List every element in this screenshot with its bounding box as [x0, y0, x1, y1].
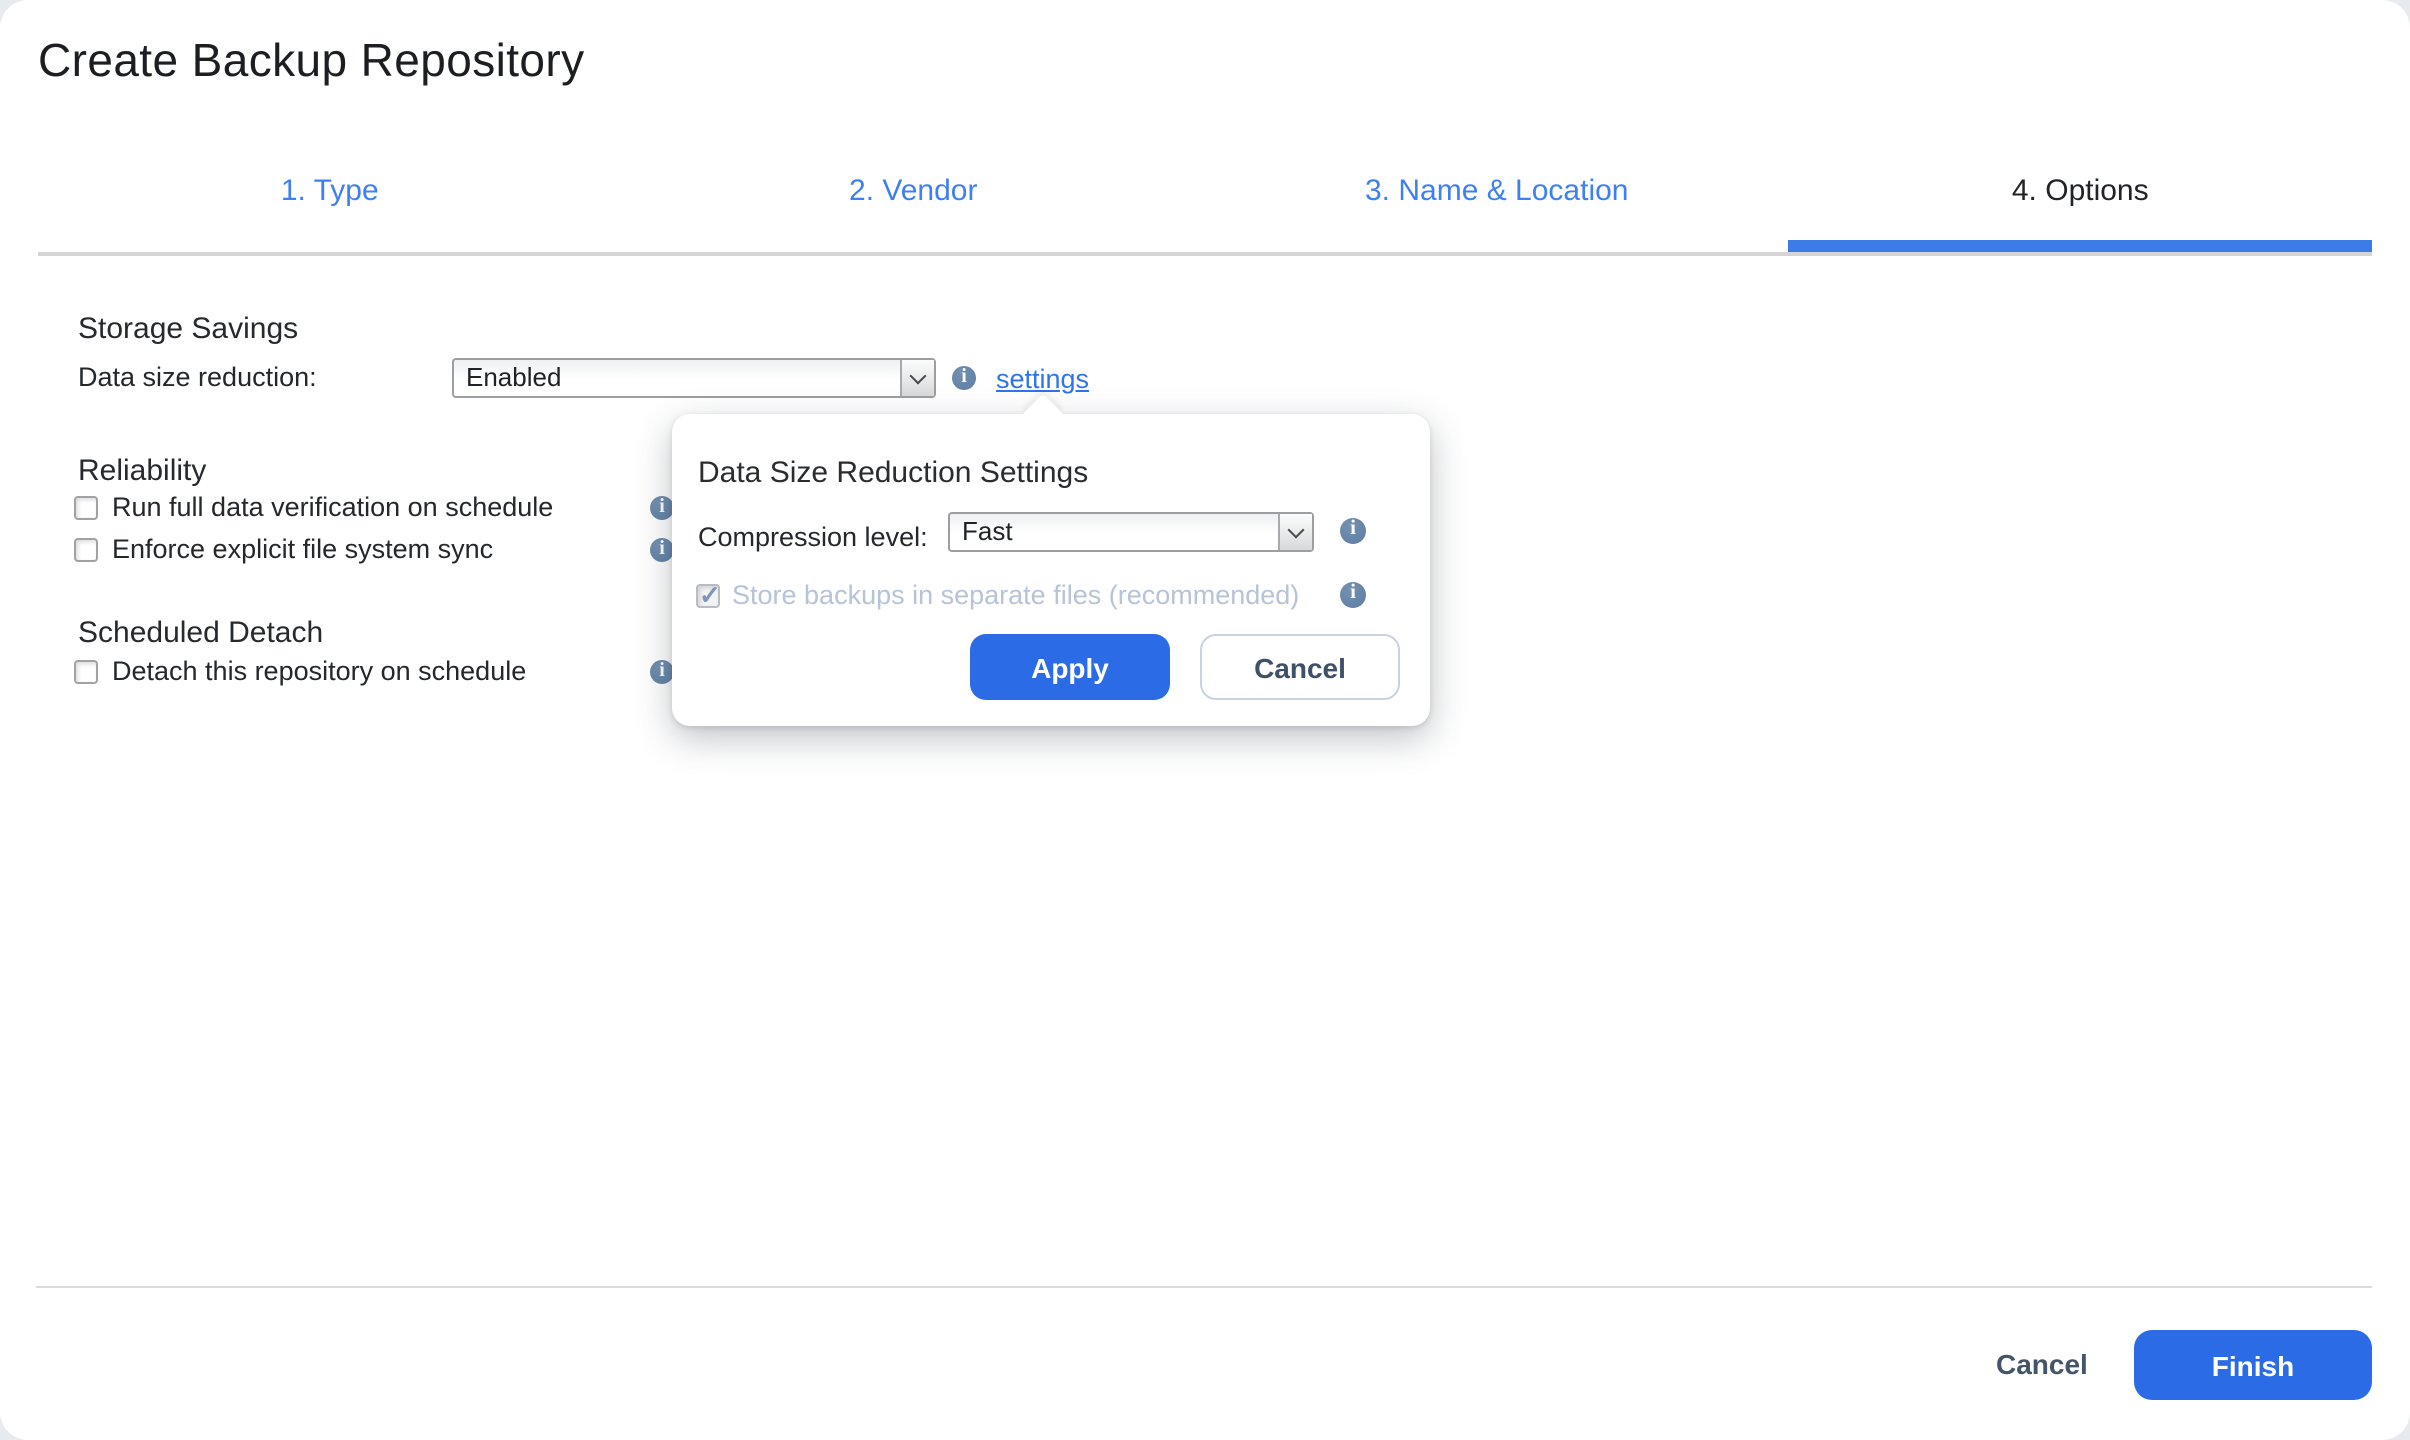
tab-vendor[interactable]: 2. Vendor [622, 160, 1206, 252]
separate-files-checkbox: ✓ [696, 580, 721, 610]
footer-divider [36, 1286, 2372, 1288]
tab-name-location[interactable]: 3. Name & Location [1205, 160, 1789, 252]
compression-level-value: Fast [962, 516, 1013, 546]
data-size-reduction-dropdown[interactable]: Enabled [452, 358, 936, 398]
compression-level-label: Compression level: [698, 522, 928, 552]
storage-savings-heading: Storage Savings [78, 312, 299, 346]
scheduled-detach-heading: Scheduled Detach [78, 616, 324, 650]
compression-level-dropdown[interactable]: Fast [948, 512, 1314, 552]
info-icon[interactable]: i [650, 660, 674, 684]
wizard-tabs: 1. Type 2. Vendor 3. Name & Location 4. … [38, 160, 2372, 256]
separate-files-label: Store backups in separate files (recomme… [732, 580, 1300, 610]
chevron-down-icon[interactable] [900, 360, 934, 396]
filesystem-sync-row: Enforce explicit file system sync [74, 534, 494, 564]
info-icon[interactable]: i [650, 538, 674, 562]
info-icon[interactable]: i [952, 366, 976, 390]
info-icon[interactable]: i [1340, 518, 1366, 544]
info-icon[interactable]: i [650, 496, 674, 520]
popover-title: Data Size Reduction Settings [698, 456, 1089, 490]
tab-type[interactable]: 1. Type [38, 160, 622, 252]
info-icon[interactable]: i [1340, 582, 1366, 608]
create-backup-repository-dialog: Create Backup Repository 1. Type 2. Vend… [0, 0, 2410, 1440]
run-verification-checkbox[interactable] [74, 496, 98, 520]
cancel-button[interactable]: Cancel [1996, 1348, 2088, 1380]
verification-row: Run full data verification on schedule [74, 492, 554, 522]
data-size-reduction-settings-popover: Data Size Reduction Settings Compression… [672, 414, 1430, 726]
data-size-reduction-label: Data size reduction: [78, 362, 317, 392]
checkmark-icon: ✓ [699, 580, 721, 610]
detach-row: Detach this repository on schedule [74, 656, 527, 686]
finish-button[interactable]: Finish [2134, 1330, 2372, 1400]
settings-link[interactable]: settings [996, 364, 1089, 394]
reliability-heading: Reliability [78, 454, 207, 488]
popover-cancel-button[interactable]: Cancel [1200, 634, 1400, 700]
data-size-reduction-value: Enabled [466, 362, 562, 392]
enforce-sync-checkbox[interactable] [74, 538, 98, 562]
page-title: Create Backup Repository [38, 34, 585, 86]
separate-files-row: ✓ Store backups in separate files (recom… [696, 580, 1300, 610]
run-verification-label: Run full data verification on schedule [112, 492, 554, 522]
apply-button[interactable]: Apply [970, 634, 1170, 700]
chevron-down-icon[interactable] [1278, 514, 1312, 550]
detach-schedule-checkbox[interactable] [74, 660, 98, 684]
tab-options[interactable]: 4. Options [1788, 160, 2373, 252]
detach-schedule-label: Detach this repository on schedule [112, 656, 527, 686]
enforce-sync-label: Enforce explicit file system sync [112, 534, 494, 564]
